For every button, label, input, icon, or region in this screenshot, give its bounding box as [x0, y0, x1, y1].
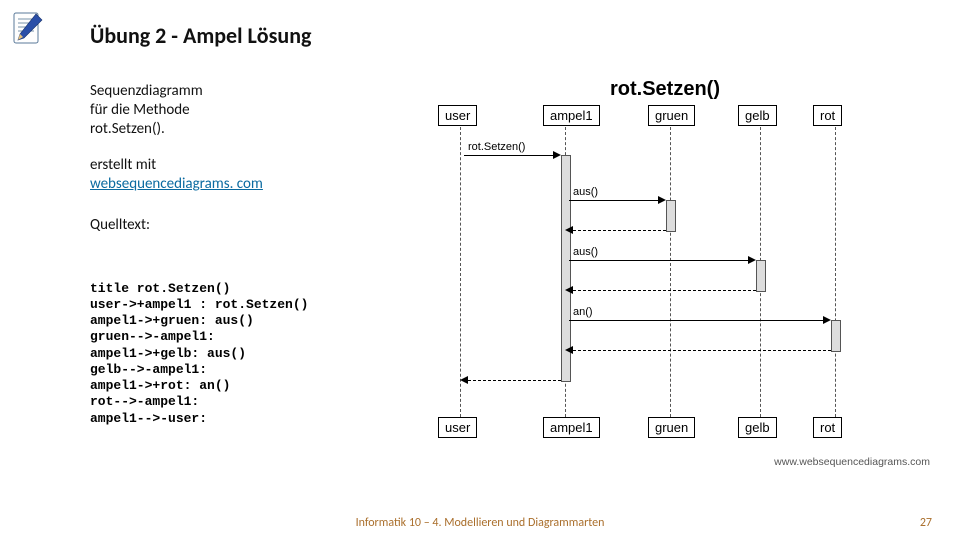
lifeline: [670, 127, 671, 417]
message-arrow: [569, 260, 752, 261]
participant-box-bottom: gelb: [738, 417, 777, 438]
activation-bar: [756, 260, 766, 292]
quelltext-label: Quelltext:: [90, 216, 410, 235]
credit-prefix: erstellt mit: [90, 156, 156, 174]
message-label: aus(): [573, 246, 598, 258]
diagram-attribution: www.websequencediagrams.com: [774, 456, 930, 468]
participant-box-top: user: [438, 105, 477, 126]
source-link[interactable]: websequencediagrams. com: [90, 175, 263, 193]
message-arrow: [569, 200, 662, 201]
message-label: rot.Setzen(): [468, 141, 525, 153]
message-arrow: [464, 155, 557, 156]
participant-box-bottom: rot: [813, 417, 842, 438]
message-arrow: [573, 290, 756, 291]
participant-box-bottom: user: [438, 417, 477, 438]
page-title: Übung 2 - Ampel Lösung: [90, 22, 311, 49]
lifeline: [835, 127, 836, 417]
message-label: an(): [573, 306, 593, 318]
intro-line3: rot.Setzen().: [90, 120, 165, 138]
note-pencil-icon: [10, 10, 46, 46]
participant-box-bottom: gruen: [648, 417, 695, 438]
credit-paragraph: erstellt mit websequencediagrams. com: [90, 156, 410, 194]
source-code: title rot.Setzen() user->+ampel1 : rot.S…: [90, 281, 410, 427]
slide-footer: Informatik 10 – 4. Modellieren und Diagr…: [0, 516, 960, 530]
arrow-head-icon: [565, 286, 573, 294]
message-arrow: [573, 230, 666, 231]
left-column: Sequenzdiagramm für die Methode rot.Setz…: [90, 82, 410, 427]
arrow-head-icon: [823, 316, 831, 324]
intro-line1: Sequenzdiagramm: [90, 82, 203, 100]
participant-box-bottom: ampel1: [543, 417, 600, 438]
participant-box-top: rot: [813, 105, 842, 126]
arrow-head-icon: [565, 226, 573, 234]
arrow-head-icon: [565, 346, 573, 354]
message-arrow: [569, 320, 827, 321]
participant-box-top: gruen: [648, 105, 695, 126]
message-label: aus(): [573, 186, 598, 198]
participant-box-top: gelb: [738, 105, 777, 126]
intro-paragraph: Sequenzdiagramm für die Methode rot.Setz…: [90, 82, 410, 138]
participant-box-top: ampel1: [543, 105, 600, 126]
activation-bar: [666, 200, 676, 232]
page-number: 27: [920, 516, 932, 530]
activation-bar: [831, 320, 841, 352]
arrow-head-icon: [658, 196, 666, 204]
arrow-head-icon: [460, 376, 468, 384]
message-arrow: [468, 380, 561, 381]
arrow-head-icon: [748, 256, 756, 264]
diagram-title: rot.Setzen(): [400, 78, 930, 101]
sequence-diagram: rot.Setzen() user user ampel1 ampel1 gruen gr…: [400, 78, 930, 468]
intro-line2: für die Methode: [90, 101, 190, 119]
lifeline: [460, 127, 461, 417]
message-arrow: [573, 350, 831, 351]
arrow-head-icon: [553, 151, 561, 159]
